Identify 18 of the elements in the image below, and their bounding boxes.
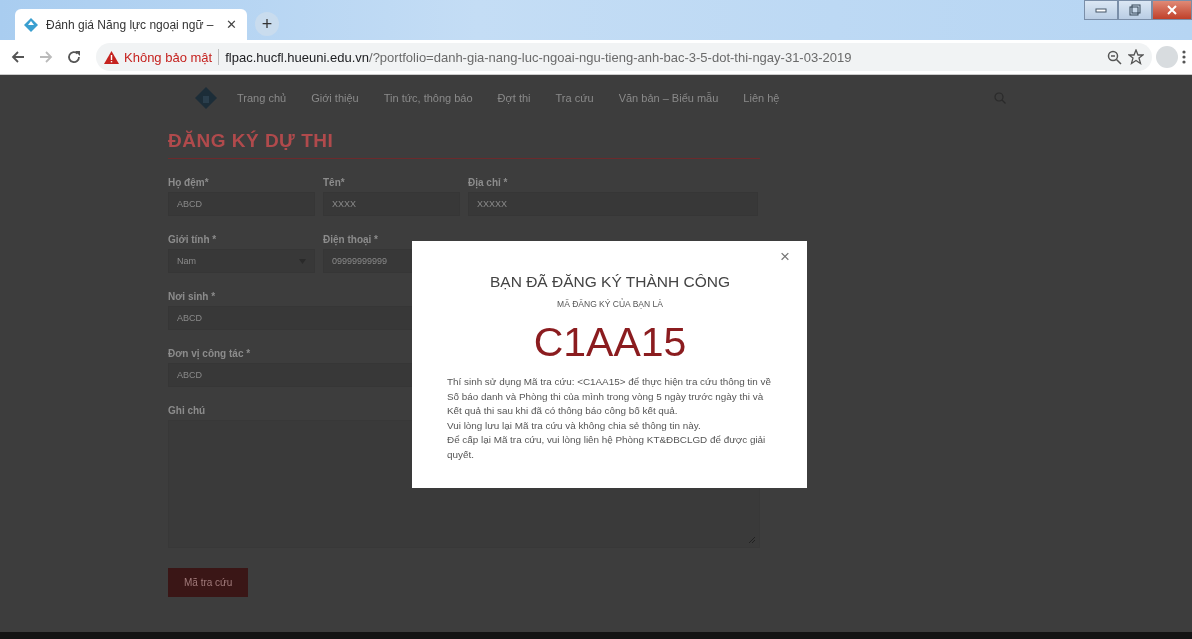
field-label: Ghi chú [168, 405, 206, 416]
dialog-paragraph: Vui lòng lưu lại Mã tra cứu và không chia sẻ thông tin này. [447, 418, 702, 433]
field-label: Họ đệm* [168, 177, 209, 188]
field-label: Địa chỉ * [468, 177, 508, 188]
field-label: Tên* [323, 177, 345, 188]
select-value: Nam [177, 256, 196, 266]
url-text: flpac.hucfl.hueuni.edu.vn/?portfolio=danh-gia-nang-luc-ngoai-ngu-tieng-anh-bac-3-5-dot-thi-ngay-31-03-2019 [225, 49, 852, 65]
field-label: Nơi sinh * [168, 291, 216, 302]
dialog-paragraph: Để cấp lại Mã tra cứu, vui lòng liên hệ Phòng KT&ĐBCLGD để được giải quyết. [447, 433, 767, 462]
form-title: ĐĂNG KÝ DỰ THI [168, 130, 760, 159]
dialog-subtitle: MÃ ĐĂNG KÝ CỦA BẠN LÀ [557, 299, 663, 309]
tab-title: Đánh giá Năng lực ngoại ngữ – [46, 17, 215, 32]
dialog-paragraph: Thí sinh sử dụng Mã tra cứu: <C1AA15> để thực hiện tra cứu thông tin về Số báo danh và Phòng thi của mình trong vòng 5 ngày trước ngày thi và Kết quả thi sau khi đã có thông báo công bố kết quả. [447, 375, 772, 419]
dialog-title: BẠN ĐÃ ĐĂNG KÝ THÀNH CÔNG [490, 273, 730, 291]
field-label: Đơn vị công tác * [168, 348, 251, 359]
field-label: Giới tính * [168, 234, 217, 245]
field-label: Điện thoại * [323, 234, 378, 245]
registration-code: C1AA15 [533, 318, 687, 366]
